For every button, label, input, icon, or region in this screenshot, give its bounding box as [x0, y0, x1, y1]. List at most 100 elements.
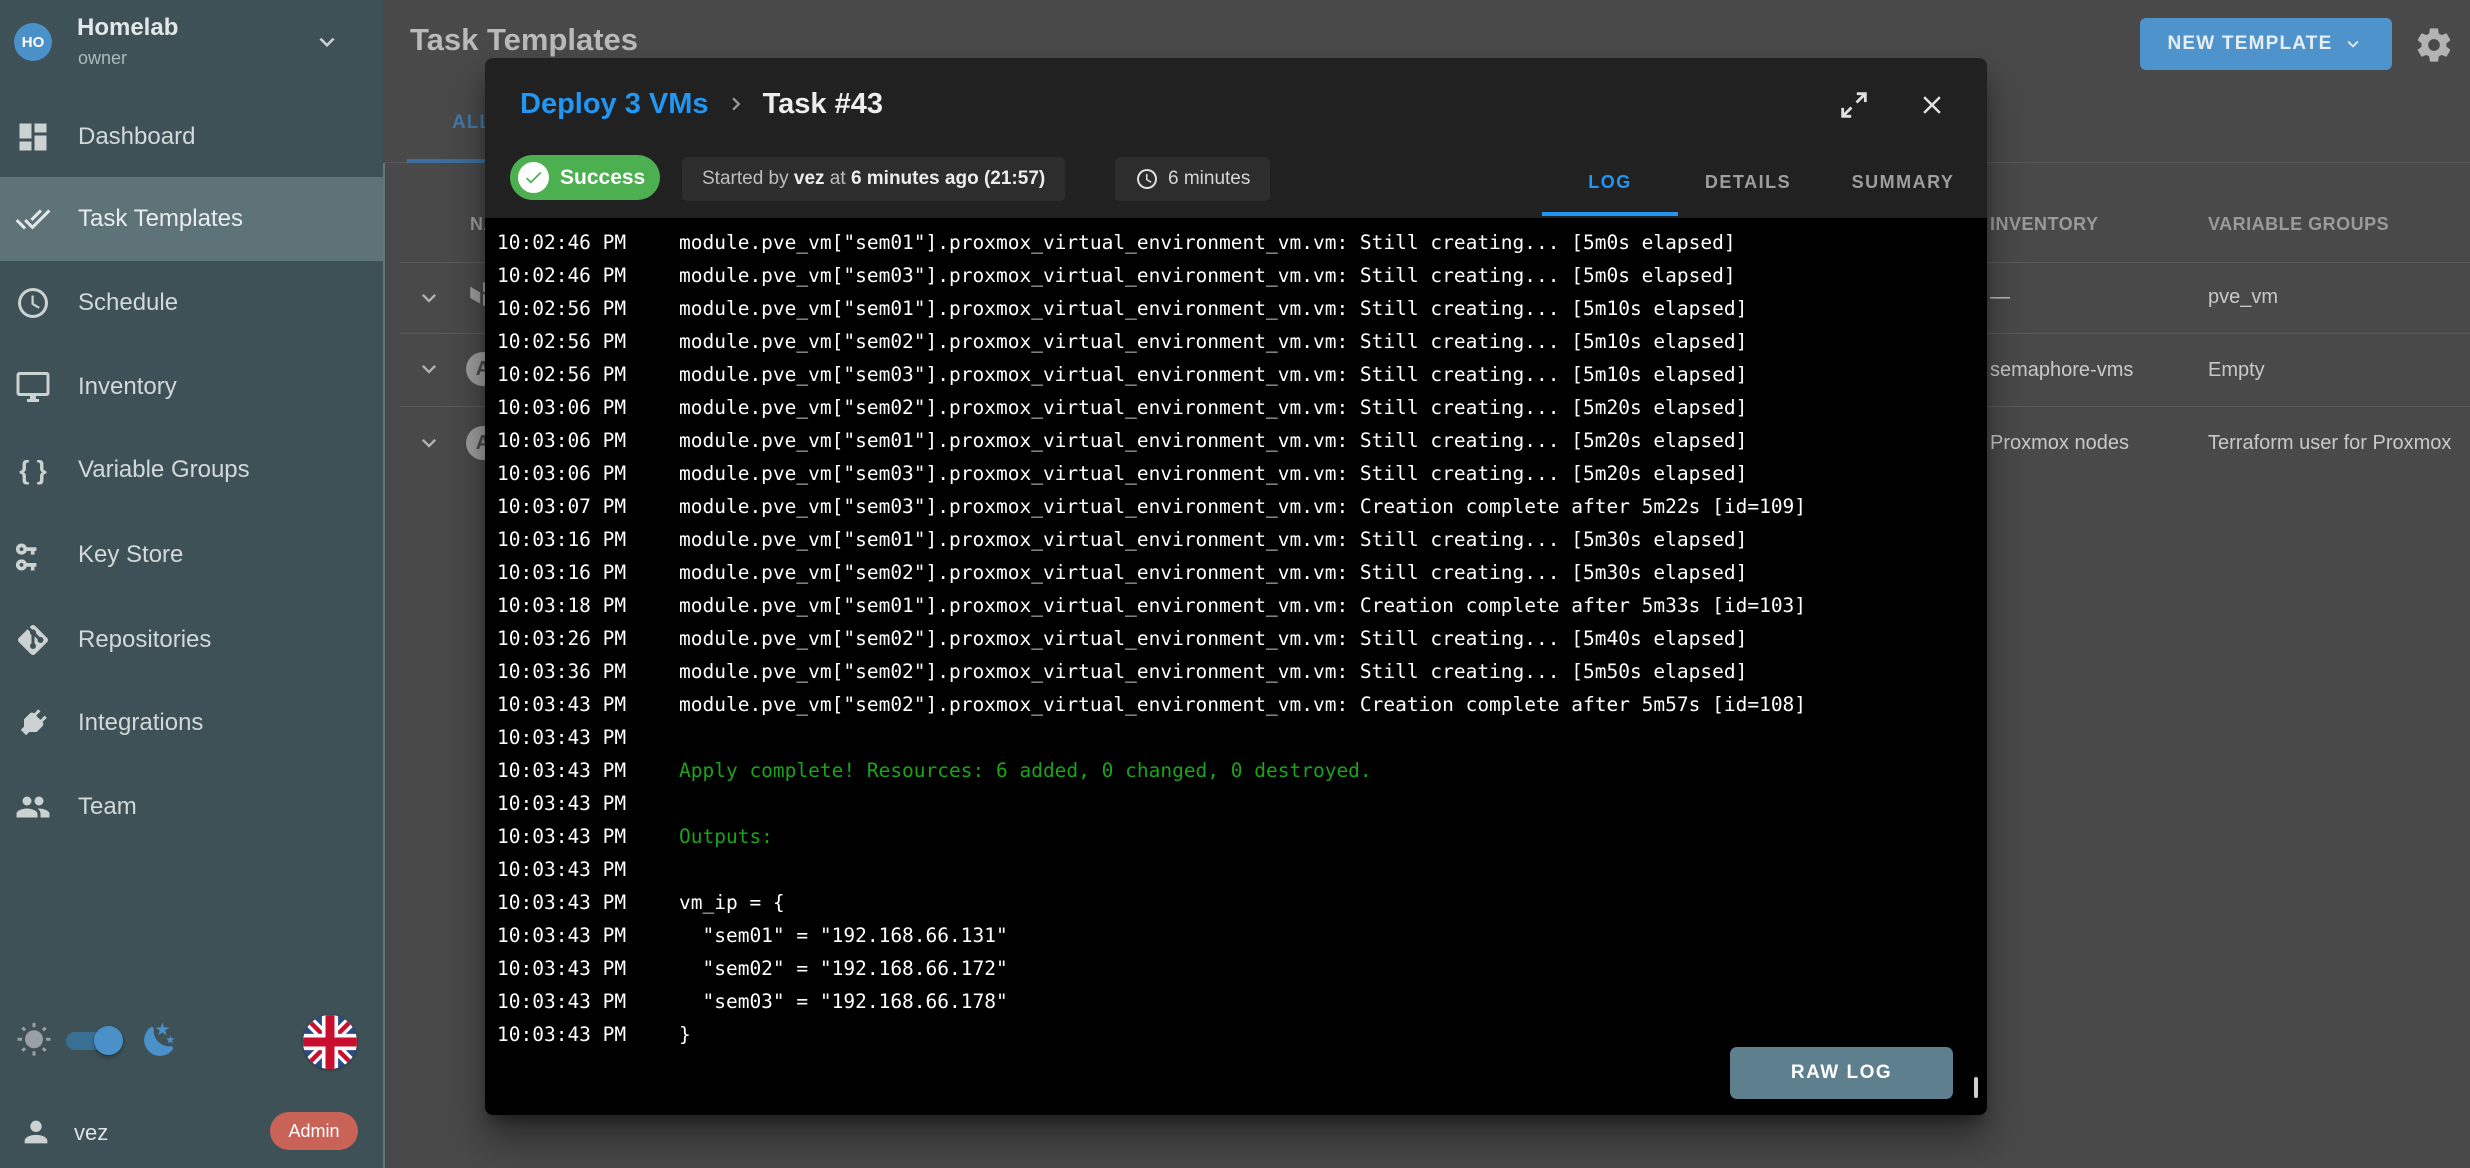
chevron-right-icon: [723, 91, 749, 117]
language-flag-uk[interactable]: [303, 1015, 357, 1069]
gear-icon[interactable]: [2414, 25, 2454, 65]
sidebar-item-inventory[interactable]: Inventory: [0, 345, 383, 429]
tab-log[interactable]: LOG: [1542, 172, 1678, 192]
scrollbar-thumb[interactable]: [1974, 1077, 1978, 1098]
page-title: Task Templates: [410, 22, 638, 58]
row-expand-chevron[interactable]: [415, 284, 443, 312]
column-header-inventory: INVENTORY: [1990, 214, 2099, 235]
log-line: 10:03:16 PMmodule.pve_vm["sem01"].proxmo…: [497, 523, 1987, 556]
log-line: 10:03:36 PMmodule.pve_vm["sem02"].proxmo…: [497, 655, 1987, 688]
sidebar-item-label: Schedule: [78, 289, 178, 317]
active-tab-underline: [1542, 212, 1678, 216]
started-time: 6 minutes ago (21:57): [851, 168, 1045, 190]
braces-icon: { }: [15, 455, 51, 486]
task-title: Task #43: [763, 87, 883, 121]
log-line: 10:03:26 PMmodule.pve_vm["sem02"].proxmo…: [497, 622, 1987, 655]
started-user: vez: [794, 168, 825, 190]
duration-label: 6 minutes: [1168, 168, 1250, 190]
log-line: 10:03:43 PM: [497, 787, 1987, 820]
log-line: 10:03:06 PMmodule.pve_vm["sem01"].proxmo…: [497, 424, 1987, 457]
task-log-dialog: Deploy 3 VMs Task #43 Success Started by…: [485, 58, 1987, 1115]
log-line: 10:03:06 PMmodule.pve_vm["sem02"].proxmo…: [497, 391, 1987, 424]
clock-icon: [1135, 167, 1159, 191]
sun-icon: [16, 1022, 52, 1058]
keys-icon: [15, 537, 51, 573]
workspace-name[interactable]: Homelab: [77, 14, 178, 42]
check-circle-icon: [518, 162, 549, 193]
log-line: 10:02:56 PMmodule.pve_vm["sem02"].proxmo…: [497, 325, 1987, 358]
log-line: 10:03:43 PM "sem03" = "192.168.66.178": [497, 985, 1987, 1018]
sidebar-item-dashboard[interactable]: Dashboard: [0, 95, 383, 179]
row-expand-chevron[interactable]: [415, 355, 443, 383]
tab-details[interactable]: DETAILS: [1678, 172, 1818, 192]
people-icon: [15, 789, 51, 825]
plug-icon: [15, 705, 51, 741]
tab-summary[interactable]: SUMMARY: [1833, 172, 1973, 192]
workspace-avatar[interactable]: HO: [14, 23, 52, 61]
raw-log-button[interactable]: RAW LOG: [1730, 1047, 1953, 1099]
sidebar: HO Homelab owner Dashboard Task Template…: [0, 0, 383, 1168]
log-line: 10:03:43 PMvm_ip = {: [497, 886, 1987, 919]
log-line: 10:03:43 PM "sem01" = "192.168.66.131": [497, 919, 1987, 952]
column-header-variable-groups: VARIABLE GROUPS: [2208, 214, 2389, 235]
cell-variable-groups: pve_vm: [2208, 286, 2278, 309]
status-label: Success: [560, 166, 645, 190]
cell-inventory: Proxmox nodes: [1990, 432, 2129, 455]
log-line: 10:03:43 PM: [497, 853, 1987, 886]
log-line-outputs: 10:03:43 PMOutputs:: [497, 820, 1987, 853]
cell-inventory: —: [1990, 286, 2010, 309]
row-expand-chevron[interactable]: [415, 429, 443, 457]
git-icon: [15, 622, 51, 658]
sidebar-item-label: Repositories: [78, 626, 211, 654]
expand-icon[interactable]: [1837, 88, 1871, 122]
sidebar-item-team[interactable]: Team: [0, 765, 383, 849]
started-chip: Started by vez at 6 minutes ago (21:57): [682, 157, 1065, 201]
user-name[interactable]: vez: [74, 1120, 108, 1146]
sidebar-item-label: Team: [78, 793, 137, 821]
log-line-apply-complete: 10:03:43 PMApply complete! Resources: 6 …: [497, 754, 1987, 787]
workspace-role: owner: [78, 48, 127, 69]
chevron-down-icon: [2342, 33, 2364, 55]
status-badge: Success: [510, 155, 660, 200]
new-template-button[interactable]: NEW TEMPLATE: [2140, 18, 2392, 70]
sidebar-item-repositories[interactable]: Repositories: [0, 598, 383, 682]
log-line: 10:02:46 PMmodule.pve_vm["sem01"].proxmo…: [497, 226, 1987, 259]
started-mid: at: [825, 168, 851, 190]
log-line: 10:03:43 PM: [497, 721, 1987, 754]
theme-toggle-thumb[interactable]: [94, 1026, 123, 1055]
new-template-label: NEW TEMPLATE: [2168, 33, 2333, 55]
sidebar-item-label: Key Store: [78, 541, 183, 569]
template-link[interactable]: Deploy 3 VMs: [520, 87, 709, 121]
sidebar-item-key-store[interactable]: Key Store: [0, 513, 383, 597]
sidebar-item-label: Integrations: [78, 709, 203, 737]
sidebar-item-integrations[interactable]: Integrations: [0, 681, 383, 765]
cell-variable-groups: Terraform user for Proxmox: [2208, 432, 2451, 455]
log-line: 10:03:43 PMmodule.pve_vm["sem02"].proxmo…: [497, 688, 1987, 721]
content-divider: [383, 163, 385, 1168]
sidebar-item-variable-groups[interactable]: { } Variable Groups: [0, 428, 383, 512]
sidebar-item-label: Dashboard: [78, 123, 195, 151]
log-line: 10:03:43 PM "sem02" = "192.168.66.172": [497, 952, 1987, 985]
close-icon[interactable]: [1917, 90, 1947, 120]
sidebar-item-schedule[interactable]: Schedule: [0, 261, 383, 345]
chevron-down-icon[interactable]: [312, 27, 342, 57]
dialog-title: Deploy 3 VMs Task #43: [520, 87, 883, 121]
monitor-icon: [15, 369, 51, 405]
started-prefix: Started by: [702, 168, 794, 190]
log-line: 10:03:18 PMmodule.pve_vm["sem01"].proxmo…: [497, 589, 1987, 622]
log-line: 10:03:16 PMmodule.pve_vm["sem02"].proxmo…: [497, 556, 1987, 589]
clock-icon: [15, 285, 51, 321]
log-line: 10:03:06 PMmodule.pve_vm["sem03"].proxmo…: [497, 457, 1987, 490]
log-output[interactable]: 10:02:46 PMmodule.pve_vm["sem01"].proxmo…: [485, 218, 1987, 1115]
sidebar-item-label: Variable Groups: [78, 456, 250, 484]
cell-inventory: semaphore-vms: [1990, 359, 2133, 382]
dashboard-icon: [15, 119, 51, 155]
log-line: 10:03:07 PMmodule.pve_vm["sem03"].proxmo…: [497, 490, 1987, 523]
log-line: 10:02:56 PMmodule.pve_vm["sem03"].proxmo…: [497, 358, 1987, 391]
duration-chip: 6 minutes: [1115, 157, 1270, 201]
moon-icon: [141, 1021, 179, 1059]
sidebar-item-label: Task Templates: [78, 205, 243, 233]
sidebar-item-label: Inventory: [78, 373, 177, 401]
sidebar-item-task-templates[interactable]: Task Templates: [0, 177, 383, 261]
user-icon: [19, 1115, 53, 1149]
